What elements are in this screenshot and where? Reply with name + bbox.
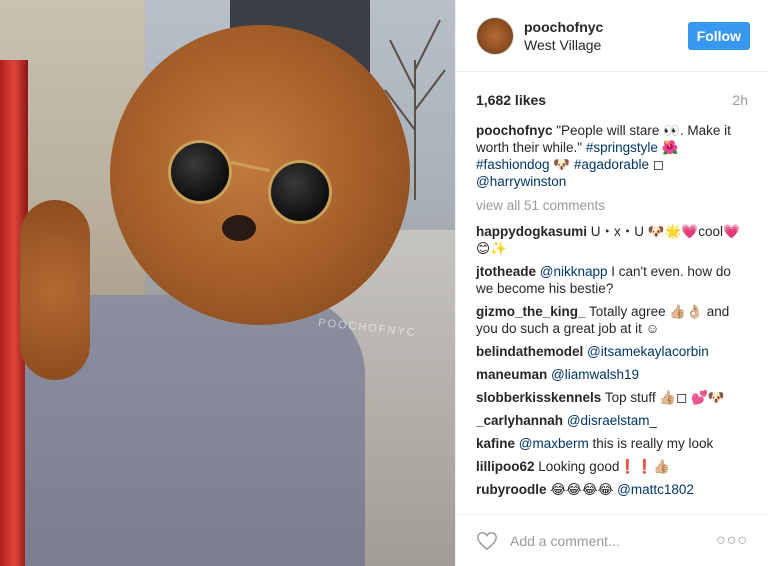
caption-emoji-flower: 🌺 [657, 140, 679, 155]
list-item: _carlyhannah @disraelstam_ [476, 412, 748, 429]
username-link[interactable]: poochofnyc [524, 19, 688, 35]
photo-sunglass-right [268, 160, 332, 224]
list-item: rubyroodle 😂😂😂😂 @mattc1802 [476, 481, 748, 498]
comment-text: Looking good❗❗👍🏼 [534, 459, 670, 474]
caption-emoji-box: ◻ [648, 157, 664, 172]
comment-mention[interactable]: @nikknapp [540, 264, 608, 279]
comment-list: happydogkasumi U・x・U 🐶🌟💗cool💗😊✨ jtothead… [456, 213, 768, 498]
post-header: poochofnyc West Village Follow [456, 0, 768, 72]
comment-mention[interactable]: @maxberm [519, 436, 589, 451]
post-author: poochofnyc West Village [524, 19, 688, 53]
photo-dog-head [110, 25, 410, 325]
location-link[interactable]: West Village [524, 37, 688, 53]
comment-username[interactable]: lillipoo62 [476, 459, 535, 474]
comment-mention[interactable]: @liamwalsh19 [551, 367, 639, 382]
comment-text: Top stuff 👍🏼◻ 💕🐶 [601, 390, 725, 405]
list-item: lillipoo62 Looking good❗❗👍🏼 [476, 458, 748, 475]
comment-text: this is really my look [588, 436, 714, 451]
likes-row: 1,682 likes 2h [456, 72, 768, 108]
comment-username[interactable]: happydogkasumi [476, 224, 587, 239]
comment-username[interactable]: maneuman [476, 367, 547, 382]
comment-username[interactable]: jtotheade [476, 264, 536, 279]
post-view: POOCHOFNYC poochofnyc West Village Follo… [0, 0, 768, 566]
list-item: belindathemodel @itsamekaylacorbin [476, 343, 748, 360]
comment-username[interactable]: gizmo_the_king_ [476, 304, 586, 319]
photo-sunglass-left [168, 140, 232, 204]
comment-username[interactable]: belindathemodel [476, 344, 583, 359]
comment-username[interactable]: _carlyhannah [476, 413, 563, 428]
comment-input[interactable]: Add a comment... [510, 533, 716, 549]
comment-mention[interactable]: @disraelstam_ [567, 413, 657, 428]
comment-mention[interactable]: @itsamekaylacorbin [587, 344, 709, 359]
post-caption: poochofnyc "People will stare 👀. Make it… [456, 108, 768, 190]
hashtag-agadorable[interactable]: #agadorable [574, 157, 649, 172]
list-item: jtotheade @nikknapp I can't even. how do… [476, 263, 748, 297]
caption-username[interactable]: poochofnyc [476, 123, 553, 138]
caption-emoji-dog: 🐶 [549, 157, 574, 172]
comment-username[interactable]: kafine [476, 436, 515, 451]
list-item: gizmo_the_king_ Totally agree 👍🏼👌🏼 and y… [476, 303, 748, 337]
post-side-panel: poochofnyc West Village Follow 1,682 lik… [455, 0, 768, 566]
post-photo[interactable]: POOCHOFNYC [0, 0, 455, 566]
photo-dog-nose [222, 215, 256, 241]
photo-dog-paw [20, 200, 90, 380]
comment-mention[interactable]: @mattc1802 [617, 482, 694, 497]
list-item: kafine @maxberm this is really my look [476, 435, 748, 452]
comment-text: 😂😂😂😂 [546, 482, 618, 497]
avatar[interactable] [476, 16, 514, 55]
list-item: maneuman @liamwalsh19 [476, 366, 748, 383]
likes-count[interactable]: 1,682 likes [476, 92, 546, 108]
hashtag-fashiondog[interactable]: #fashiondog [476, 157, 550, 172]
mention-harrywinston[interactable]: @harrywinston [476, 174, 566, 189]
hashtag-springstyle[interactable]: #springstyle [586, 140, 658, 155]
post-time: 2h [732, 92, 748, 108]
more-options-icon[interactable]: ○○○ [716, 532, 748, 550]
view-all-comments-link[interactable]: view all 51 comments [456, 190, 768, 213]
comment-composer: Add a comment... ○○○ [456, 514, 768, 566]
comment-username[interactable]: rubyroodle [476, 482, 547, 497]
heart-icon[interactable] [476, 530, 498, 552]
comment-username[interactable]: slobberkisskennels [476, 390, 601, 405]
list-item: happydogkasumi U・x・U 🐶🌟💗cool💗😊✨ [476, 223, 748, 257]
follow-button[interactable]: Follow [687, 21, 750, 50]
list-item: slobberkisskennels Top stuff 👍🏼◻ 💕🐶 [476, 389, 748, 406]
